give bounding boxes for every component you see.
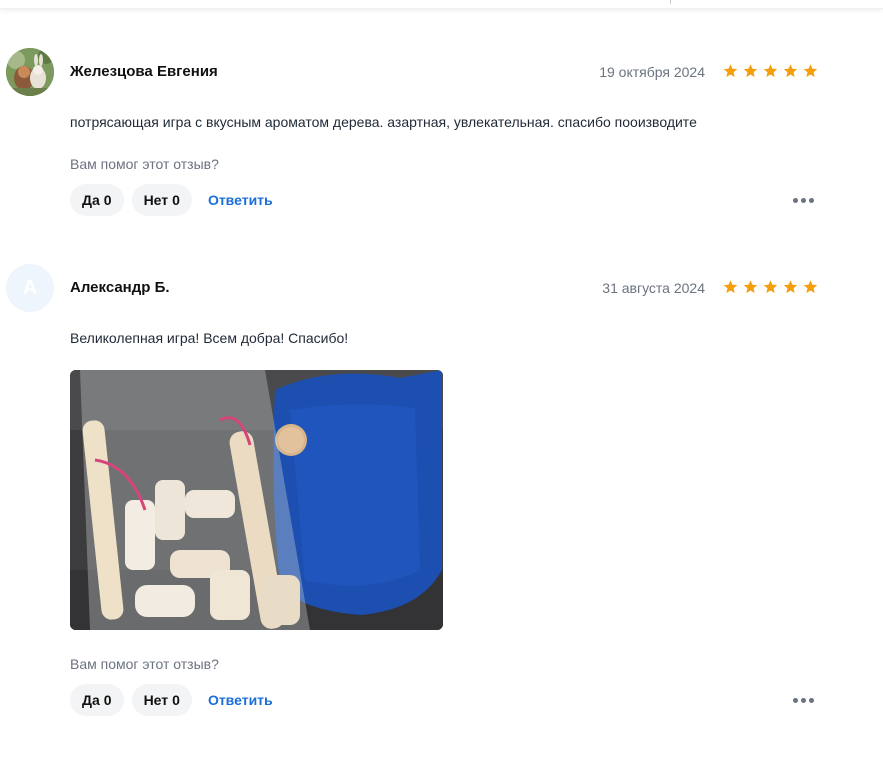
- vote-no-label: Нет: [143, 692, 169, 708]
- review-date: 31 августа 2024: [602, 280, 705, 296]
- star-icon: [743, 64, 758, 77]
- star-icon: [783, 64, 798, 77]
- review-text: потрясающая игра с вкусным ароматом дере…: [70, 114, 697, 130]
- vote-yes-label: Да: [82, 692, 100, 708]
- vote-yes-count: 0: [103, 192, 112, 208]
- vote-no-label: Нет: [143, 192, 169, 208]
- more-horizontal-icon[interactable]: [793, 194, 817, 206]
- helpful-prompt: Вам помог этот отзыв?: [70, 156, 219, 172]
- review-photo[interactable]: [70, 370, 443, 630]
- star-icon: [743, 280, 758, 293]
- review-date: 19 октября 2024: [599, 64, 705, 80]
- helpful-prompt: Вам помог этот отзыв?: [70, 656, 219, 672]
- star-icon: [763, 64, 778, 77]
- vote-yes-label: Да: [82, 192, 100, 208]
- more-horizontal-icon[interactable]: [793, 694, 817, 706]
- vote-yes-button[interactable]: Да 0: [70, 684, 124, 716]
- vote-no-button[interactable]: Нет 0: [131, 684, 192, 716]
- star-icon: [723, 280, 738, 293]
- avatar: [6, 48, 54, 96]
- rating-stars: [722, 279, 819, 295]
- vote-no-button[interactable]: Нет 0: [131, 184, 192, 216]
- review-author: Александр Б.: [70, 279, 170, 296]
- vote-yes-count: 0: [103, 692, 112, 708]
- star-icon: [783, 280, 798, 293]
- reply-button[interactable]: Ответить: [208, 192, 273, 208]
- vote-no-count: 0: [172, 192, 180, 208]
- avatar: А: [6, 264, 54, 312]
- review-author: Железцова Евгения: [70, 63, 218, 80]
- star-icon: [723, 64, 738, 77]
- star-icon: [763, 280, 778, 293]
- vote-no-count: 0: [172, 692, 180, 708]
- review-text: Великолепная игра! Всем добра! Спасибо!: [70, 330, 349, 346]
- star-icon: [803, 64, 818, 77]
- vote-yes-button[interactable]: Да 0: [70, 184, 124, 216]
- review-actions: Да 0 Нет 0 Ответить: [70, 684, 273, 716]
- reply-button[interactable]: Ответить: [208, 692, 273, 708]
- review-actions: Да 0 Нет 0 Ответить: [70, 184, 273, 216]
- star-icon: [803, 280, 818, 293]
- rating-stars: [722, 63, 819, 79]
- top-bar: [0, 0, 883, 9]
